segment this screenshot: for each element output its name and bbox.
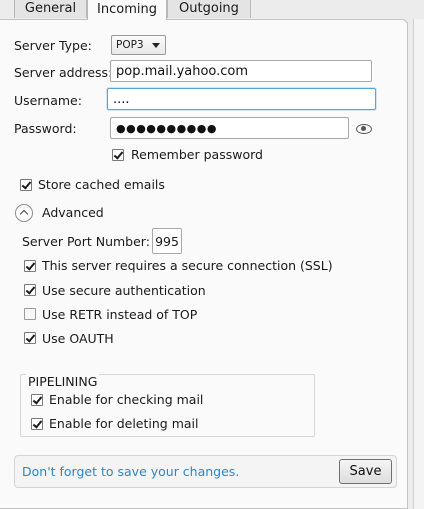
pipelining-delete-mail-label: Enable for deleting mail [49,416,199,431]
store-cached-label: Store cached emails [38,177,165,192]
server-type-select[interactable]: POP3 [111,35,166,55]
username-label: Username: [14,93,82,108]
server-address-input[interactable] [110,60,372,82]
server-type-value: POP3 [116,39,144,51]
store-cached-checkbox[interactable] [20,179,32,191]
use-retr-label: Use RETR instead of TOP [42,307,198,322]
server-type-label: Server Type: [14,38,92,53]
secure-auth-checkbox[interactable] [24,284,36,296]
username-input[interactable] [107,88,376,110]
password-input[interactable]: ●●●●●●●●●● [110,117,349,139]
pipelining-check-mail-checkbox[interactable] [31,394,43,406]
ssl-checkbox[interactable] [24,260,36,272]
tab-outgoing[interactable]: Outgoing [167,0,251,18]
tab-incoming[interactable]: Incoming [87,0,167,20]
save-reminder-message: Don't forget to save your changes. [22,464,240,479]
server-address-label: Server address: [14,65,113,80]
use-retr-checkbox[interactable] [24,308,36,320]
password-label: Password: [14,121,77,136]
pipelining-check-mail-label: Enable for checking mail [49,392,204,407]
tab-bar: General Incoming Outgoing [0,0,424,20]
save-button[interactable]: Save [339,459,392,484]
use-oauth-label: Use OAUTH [42,331,114,346]
remember-password-checkbox[interactable] [112,149,124,161]
secure-auth-label: Use secure authentication [42,283,206,298]
pipelining-header: PIPELINING [26,374,100,390]
pipelining-delete-mail-checkbox[interactable] [31,418,43,430]
eye-icon[interactable] [356,124,372,134]
remember-password-label: Remember password [131,147,263,162]
chevron-down-icon [152,43,160,48]
advanced-label[interactable]: Advanced [42,205,104,221]
chevron-up-icon[interactable] [15,204,33,222]
side-divider [413,19,424,509]
port-number-label: Server Port Number: [22,234,150,249]
ssl-label: This server requires a secure connection… [42,258,333,273]
tab-general[interactable]: General [14,0,87,18]
port-number-input[interactable]: 995 [152,228,182,254]
use-oauth-checkbox[interactable] [24,332,36,344]
